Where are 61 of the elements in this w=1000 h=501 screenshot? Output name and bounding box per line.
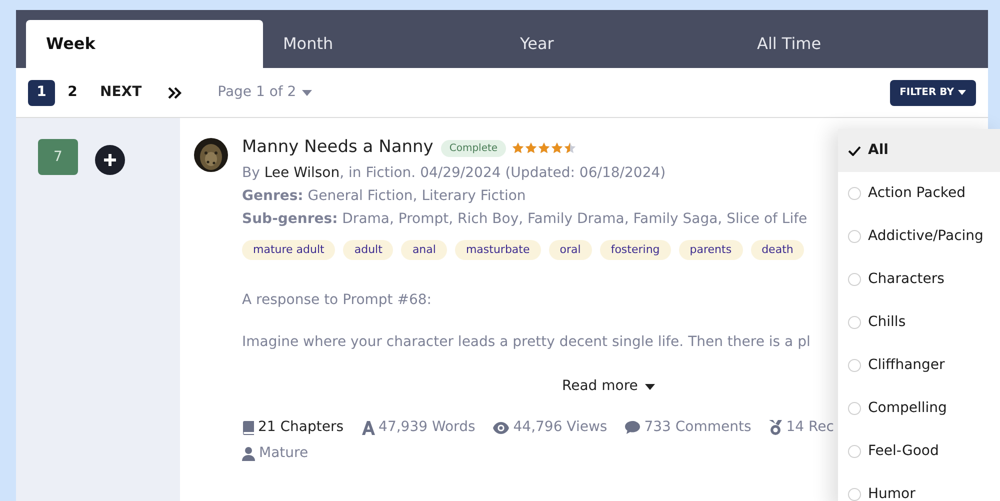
filter-button[interactable]: FILTER BY xyxy=(890,80,976,106)
tag[interactable]: death xyxy=(750,240,804,260)
radio-icon xyxy=(848,445,861,458)
tab[interactable]: All Time xyxy=(737,20,974,68)
caret-icon xyxy=(302,90,312,96)
author-link[interactable]: Lee Wilson xyxy=(264,165,340,181)
menu-item[interactable]: Addictive/Pacing xyxy=(838,215,1000,258)
page-link[interactable]: 2 xyxy=(59,80,86,106)
caret-icon xyxy=(644,384,655,390)
book-icon xyxy=(242,420,254,434)
person-icon xyxy=(242,446,255,460)
stat-text: 47,939 Words xyxy=(378,418,476,437)
menu-item[interactable]: Action Packed xyxy=(838,172,1000,215)
tag[interactable]: masturbate xyxy=(454,240,541,260)
tag[interactable]: parents xyxy=(678,240,743,260)
page-select[interactable]: Page 1 of 2 xyxy=(218,82,312,103)
page-link[interactable]: 1 xyxy=(28,80,55,106)
tag[interactable]: fostering xyxy=(600,240,671,260)
menu-item[interactable]: Humor xyxy=(838,473,1000,501)
status-badge: Complete xyxy=(441,140,506,156)
radio-icon xyxy=(848,230,861,243)
next-link[interactable]: NEXT xyxy=(100,82,142,103)
menu-item[interactable]: All xyxy=(838,129,1000,172)
menu-item[interactable]: Compelling xyxy=(838,387,1000,430)
stat-text: 14 Rec xyxy=(786,418,834,437)
tag[interactable]: oral xyxy=(548,240,592,260)
count-badge: 7 xyxy=(38,139,78,175)
tag[interactable]: anal xyxy=(401,240,447,260)
radio-icon xyxy=(848,273,861,286)
byline-text: By Lee Wilson, in Fiction. 04/29/2024 (Updated: 06/18/2024) xyxy=(242,164,667,183)
excerpt-text: Imagine where your character leads a pretty decent single life. Then there is a pl xyxy=(242,333,812,352)
stat-text: 733 Comments xyxy=(644,418,752,437)
caret-icon xyxy=(958,90,966,95)
medal-icon xyxy=(769,420,782,435)
excerpt-text: A response to Prompt #68: xyxy=(242,291,433,310)
check-icon xyxy=(848,146,861,156)
read-more-link[interactable]: Read more xyxy=(562,376,655,397)
comment-icon xyxy=(625,421,640,434)
tab[interactable]: Week xyxy=(26,20,263,68)
stat-text: Mature xyxy=(259,444,308,463)
radio-icon xyxy=(848,359,861,372)
double-chevron-icon[interactable] xyxy=(168,86,182,98)
tab[interactable]: Month xyxy=(263,20,500,68)
add-icon[interactable] xyxy=(95,145,125,175)
radio-icon xyxy=(848,187,861,200)
story-title[interactable]: Manny Needs a Nanny xyxy=(242,135,434,161)
stat-text: 44,796 Views xyxy=(513,418,608,437)
menu-item[interactable]: Cliffhanger xyxy=(838,344,1000,387)
tag[interactable]: adult xyxy=(343,240,394,260)
eye-icon xyxy=(493,422,510,434)
menu-item[interactable]: Characters xyxy=(838,258,1000,301)
menu-item[interactable]: Chills xyxy=(838,301,1000,344)
radio-icon xyxy=(848,402,861,415)
genres-text: Genres: General Fiction, Literary Fiction xyxy=(242,187,527,206)
letter-icon xyxy=(362,420,375,434)
menu-item[interactable]: Feel-Good xyxy=(838,430,1000,473)
subgenres-text: Sub-genres: Drama, Prompt, Rich Boy, Family Drama, Family Saga, Slice of Life xyxy=(242,210,808,229)
tag[interactable]: mature adult xyxy=(242,240,336,260)
radio-icon xyxy=(848,316,861,329)
stat-text: 21 Chapters xyxy=(258,418,344,437)
tab[interactable]: Year xyxy=(500,20,737,68)
